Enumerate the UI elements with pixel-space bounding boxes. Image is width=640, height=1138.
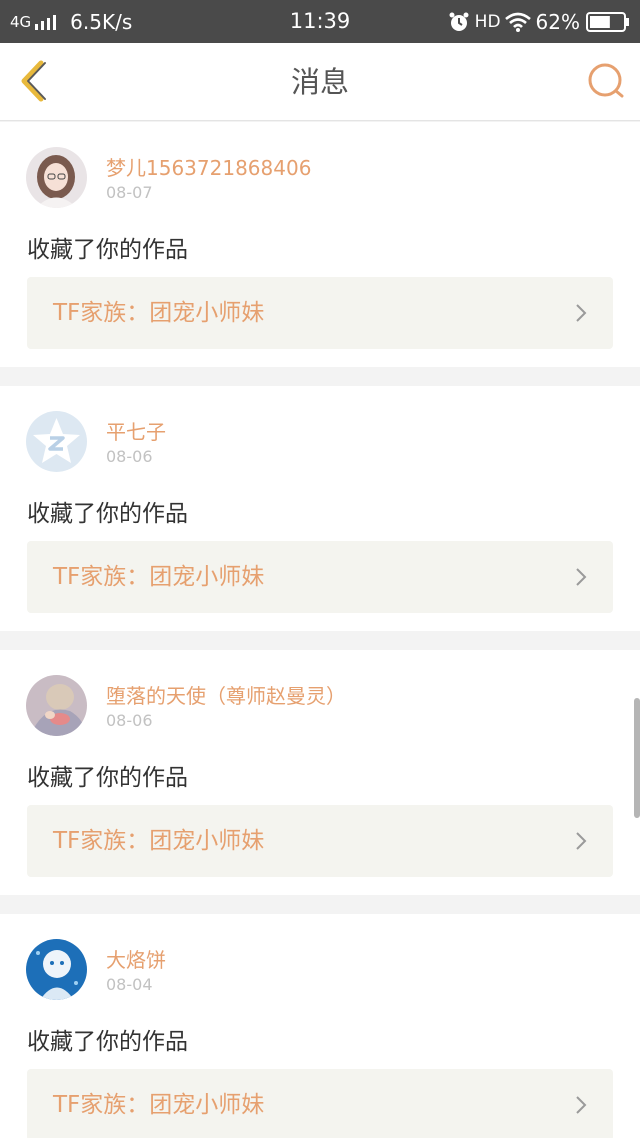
chevron-right-icon bbox=[576, 568, 587, 586]
alarm-icon bbox=[449, 12, 469, 31]
battery-percent: 62% bbox=[535, 9, 580, 34]
message-text: 收藏了你的作品 bbox=[27, 237, 188, 263]
page-title: 消息 bbox=[290, 65, 349, 99]
username[interactable]: 大烙饼 bbox=[106, 944, 166, 973]
username[interactable]: 平七子 bbox=[106, 416, 166, 445]
avatar[interactable] bbox=[26, 675, 87, 736]
message-card: 平七子 08-06 收藏了你的作品 TF家族：团宠小师妹 bbox=[0, 386, 640, 631]
work-link[interactable]: TF家族：团宠小师妹 bbox=[27, 277, 613, 349]
work-link[interactable]: TF家族：团宠小师妹 bbox=[27, 1069, 613, 1138]
message-date: 08-06 bbox=[106, 447, 153, 466]
work-title: TF家族：团宠小师妹 bbox=[53, 300, 265, 326]
status-right: HD 62% bbox=[449, 0, 630, 43]
username[interactable]: 堕落的天使（尊师赵曼灵） bbox=[106, 680, 346, 709]
work-link[interactable]: TF家族：团宠小师妹 bbox=[27, 805, 613, 877]
message-date: 08-04 bbox=[106, 975, 153, 994]
avatar[interactable] bbox=[26, 147, 87, 208]
message-text: 收藏了你的作品 bbox=[27, 501, 188, 527]
nav-bar: 消息 bbox=[0, 43, 640, 121]
status-bar: 4G 6.5K/s 11:39 HD 62% bbox=[0, 0, 640, 43]
hd-label: HD bbox=[474, 11, 501, 32]
work-title: TF家族：团宠小师妹 bbox=[53, 828, 265, 854]
chevron-right-icon bbox=[576, 1096, 587, 1114]
message-text: 收藏了你的作品 bbox=[27, 765, 188, 791]
battery-icon bbox=[586, 11, 629, 32]
username[interactable]: 梦儿1563721868406 bbox=[106, 152, 311, 181]
search-button[interactable] bbox=[586, 61, 626, 101]
work-title: TF家族：团宠小师妹 bbox=[53, 1092, 265, 1118]
message-date: 08-07 bbox=[106, 183, 153, 202]
avatar[interactable] bbox=[26, 939, 87, 1000]
search-icon bbox=[588, 63, 624, 98]
work-link[interactable]: TF家族：团宠小师妹 bbox=[27, 541, 613, 613]
message-card: 堕落的天使（尊师赵曼灵） 08-06 收藏了你的作品 TF家族：团宠小师妹 bbox=[0, 650, 640, 895]
wifi-icon bbox=[504, 12, 531, 32]
avatar[interactable] bbox=[26, 411, 87, 472]
message-card: 梦儿1563721868406 08-07 收藏了你的作品 TF家族：团宠小师妹 bbox=[0, 122, 640, 367]
message-card: 大烙饼 08-04 收藏了你的作品 TF家族：团宠小师妹 bbox=[0, 914, 640, 1138]
message-date: 08-06 bbox=[106, 711, 153, 730]
chevron-right-icon bbox=[576, 304, 587, 322]
work-title: TF家族：团宠小师妹 bbox=[53, 564, 265, 590]
scrollbar[interactable] bbox=[634, 698, 640, 818]
message-list: 梦儿1563721868406 08-07 收藏了你的作品 TF家族：团宠小师妹… bbox=[0, 122, 640, 1138]
chevron-right-icon bbox=[576, 832, 587, 850]
message-text: 收藏了你的作品 bbox=[27, 1029, 188, 1055]
